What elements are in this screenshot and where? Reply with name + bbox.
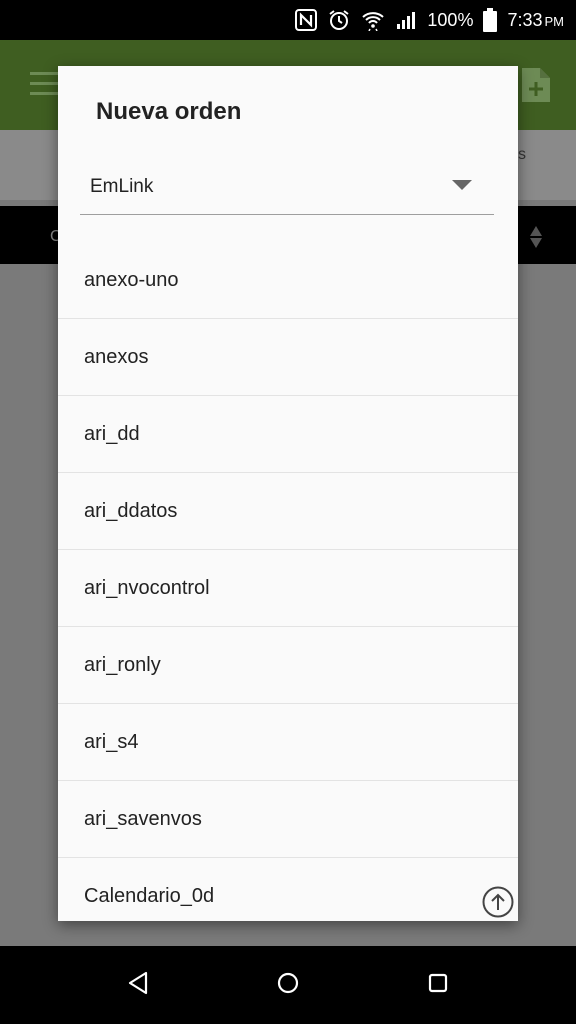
back-icon bbox=[127, 971, 149, 1000]
clock: 7:33 PM bbox=[507, 10, 564, 31]
home-icon bbox=[276, 971, 300, 1000]
battery-icon bbox=[483, 8, 498, 32]
dialog-title: Nueva orden bbox=[96, 98, 242, 125]
clock-time: 7:33 bbox=[507, 9, 543, 30]
list-item[interactable]: anexo-uno bbox=[58, 242, 518, 319]
nfc-icon bbox=[295, 9, 318, 31]
status-bar: 100% 7:33 PM bbox=[0, 0, 576, 40]
battery-percent: 100% bbox=[427, 9, 474, 30]
recents-icon bbox=[427, 972, 449, 999]
wifi-icon bbox=[361, 9, 385, 31]
new-document-icon[interactable] bbox=[522, 68, 550, 102]
home-button[interactable] bbox=[248, 946, 328, 1024]
list-item[interactable]: anexos bbox=[58, 319, 518, 396]
clock-ampm: PM bbox=[544, 13, 565, 29]
list-item[interactable]: ari_nvocontrol bbox=[58, 550, 518, 627]
subheader-partial-text: s bbox=[518, 146, 526, 163]
list-item[interactable]: ari_dd bbox=[58, 396, 518, 473]
back-button[interactable] bbox=[98, 946, 178, 1024]
spinner-value: EmLink bbox=[90, 176, 154, 197]
dropdown-caret-icon bbox=[452, 180, 472, 190]
recents-button[interactable] bbox=[398, 946, 478, 1024]
navigation-bar bbox=[0, 946, 576, 1024]
list-item[interactable]: ari_ronly bbox=[58, 627, 518, 704]
database-list: anexo-uno anexos ari_dd ari_ddatos ari_n… bbox=[58, 242, 518, 921]
menu-icon[interactable] bbox=[30, 72, 58, 96]
connection-spinner[interactable]: EmLink bbox=[80, 164, 494, 215]
list-item[interactable]: ari_s4 bbox=[58, 704, 518, 781]
sort-icon[interactable] bbox=[530, 226, 542, 253]
scroll-to-top-icon[interactable] bbox=[482, 886, 514, 918]
status-right: 100% 7:33 PM bbox=[295, 0, 564, 40]
list-item[interactable]: ari_ddatos bbox=[58, 473, 518, 550]
list-item[interactable]: ari_savenvos bbox=[58, 781, 518, 858]
alarm-icon bbox=[327, 8, 351, 32]
list-item[interactable]: Calendario_0d bbox=[58, 858, 518, 921]
signal-icon bbox=[395, 9, 417, 31]
new-order-dialog: Nueva orden EmLink anexo-uno anexos ari_… bbox=[58, 66, 518, 921]
